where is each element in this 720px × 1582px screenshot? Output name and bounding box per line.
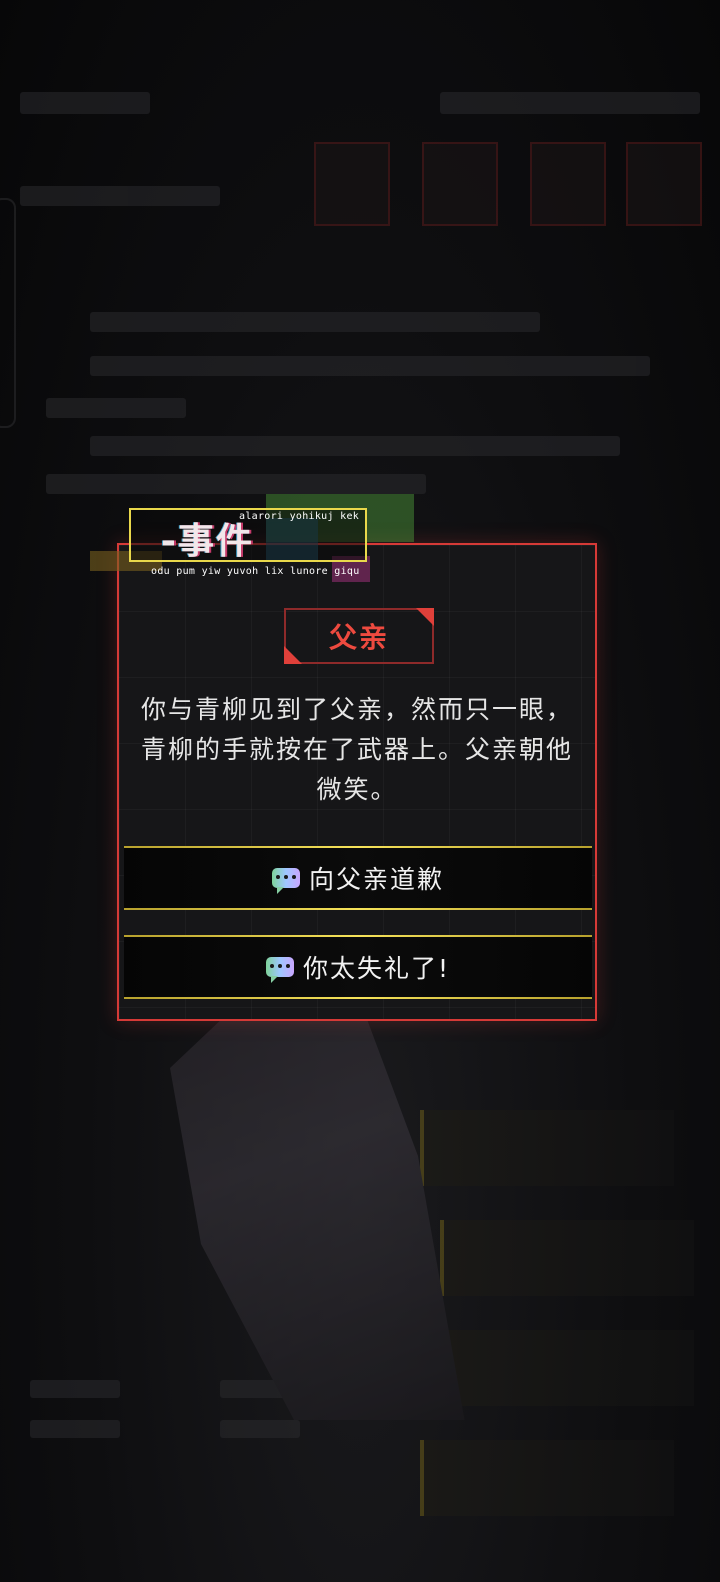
corner-decoration <box>416 608 434 626</box>
bg-text-line <box>220 1420 300 1438</box>
bg-resource-bar <box>440 92 700 114</box>
speaker-name-plate: 父亲 <box>284 608 434 664</box>
bg-unit-card <box>626 142 702 226</box>
bg-text-line <box>90 436 620 456</box>
choice-label: 向父亲道歉 <box>308 865 444 894</box>
speaker-name: 父亲 <box>328 621 389 654</box>
bg-text-line <box>46 474 426 494</box>
bg-unit-card <box>314 142 390 226</box>
bg-text-line <box>30 1420 120 1438</box>
chat-bubble-icon <box>271 868 300 894</box>
event-dialog: 父亲 你与青柳见到了父亲，然而只一眼，青柳的手就按在了武器上。父亲朝他微笑。 向… <box>117 543 597 1021</box>
choice-label: 你太失礼了! <box>302 954 451 983</box>
bg-option-card <box>440 1220 694 1296</box>
bg-unit-card <box>530 142 606 226</box>
bg-text-line <box>90 356 650 376</box>
bg-option-card <box>440 1330 694 1406</box>
game-screen: alarori yohikuj kek -事件 odu pum yiw yuvo… <box>0 0 720 1582</box>
bg-unit-card <box>422 142 498 226</box>
event-title-tag: alarori yohikuj kek -事件 odu pum yiw yuvo… <box>129 508 367 577</box>
choice-apologize-button[interactable]: 向父亲道歉 <box>124 846 592 910</box>
event-tag-subtitle-top: alarori yohikuj kek <box>239 511 360 522</box>
bg-text-line <box>30 1380 120 1398</box>
corner-decoration <box>284 646 302 664</box>
side-panel-edge <box>0 198 16 428</box>
bg-character-art <box>170 980 465 1420</box>
bg-option-card <box>420 1440 674 1516</box>
bg-resource-bar <box>20 92 150 114</box>
bg-option-card <box>420 1110 674 1186</box>
event-tag-subtitle-bottom: odu pum yiw yuvoh lix lunore giqu <box>151 566 360 577</box>
dialog-text: 你与青柳见到了父亲，然而只一眼，青柳的手就按在了武器上。父亲朝他微笑。 <box>141 695 574 804</box>
chat-bubble-icon <box>265 957 294 983</box>
bg-text-line <box>90 312 540 332</box>
choice-rude-button[interactable]: 你太失礼了! <box>124 935 592 999</box>
event-tag-title: -事件 <box>161 521 254 562</box>
bg-text-line <box>46 398 186 418</box>
bg-status-bar <box>20 186 220 206</box>
